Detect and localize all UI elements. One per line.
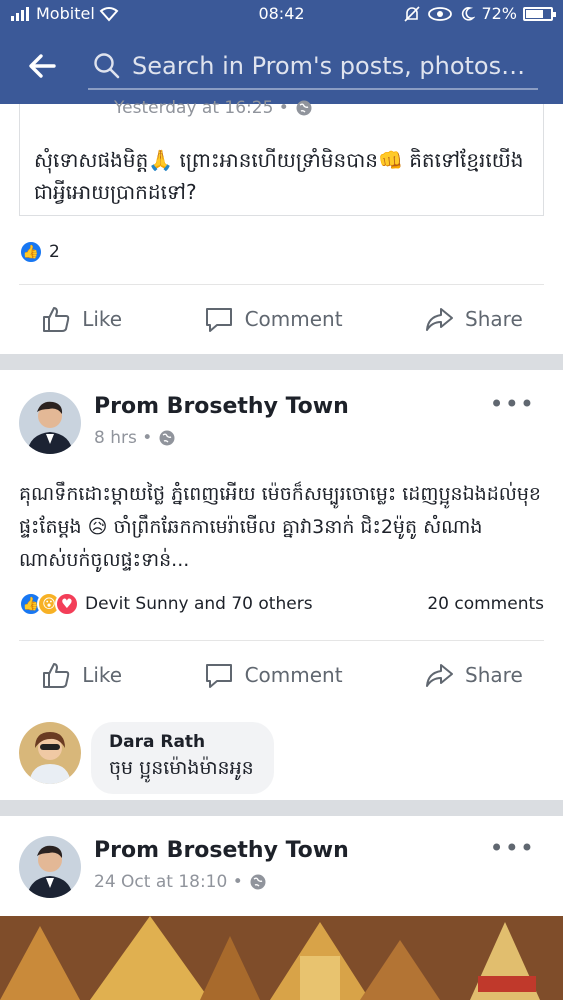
feed-separator [0,800,563,816]
love-reaction-icon: ♥ [55,592,79,616]
shared-post-actions: Like Comment Share [0,284,563,354]
comment-label: Comment [244,307,343,331]
reactions-summary[interactable]: 👍 😮 ♥ Devit Sunny and 70 others [19,592,313,616]
comment: Dara Rath ចុម ប្អូនម៉ោងម៉ានអូន [19,722,274,794]
shared-post-reactions[interactable]: 👍 2 [19,240,60,264]
shared-post-time: Yesterday at 16:25 • [114,98,313,118]
search-field[interactable]: Search in Prom's posts, photos an… [88,44,538,90]
avatar[interactable] [19,392,81,454]
commenter-name[interactable]: Dara Rath [109,732,254,752]
comment-text: ចុម ប្អូនម៉ោងម៉ានអូន [109,757,254,779]
thumbs-up-icon [43,307,70,332]
more-options-icon[interactable]: ••• [490,834,535,862]
reactors-text: Devit Sunny and 70 others [85,594,313,614]
share-button[interactable]: Share [423,303,523,335]
post-photo[interactable] [0,916,563,1000]
like-button[interactable]: Like [40,659,122,691]
eye-icon [428,6,453,21]
globe-icon [159,430,175,446]
share-icon [426,664,454,687]
like-label: Like [82,307,123,331]
comment-button[interactable]: Comment [203,659,343,691]
moon-icon [462,6,476,21]
like-label: Like [82,663,123,687]
app-bar: Search in Prom's posts, photos an… [0,28,563,104]
thumbs-up-icon [43,663,70,688]
post-time-text: 24 Oct at 18:10 • [94,872,243,892]
share-icon [426,308,454,331]
status-bar: Mobitel 08:42 72% [0,0,563,28]
like-reaction-icon: 👍 [19,240,43,264]
back-arrow-icon[interactable] [26,50,58,82]
comment-icon [205,664,232,688]
post-text: គុណទឹកដោះម្តាយថ្លៃ ភ្នំពេញអើយ ម៉េចក៏សម្ប… [19,483,541,571]
search-placeholder: Search in Prom's posts, photos an… [132,52,532,80]
like-button[interactable]: Like [40,303,122,335]
commenter-avatar[interactable] [19,722,81,784]
search-icon [94,53,120,79]
battery-percent: 72% [481,4,517,23]
author-name[interactable]: Prom Brosethy Town [94,394,349,419]
author-name[interactable]: Prom Brosethy Town [94,838,349,863]
comment-bubble[interactable]: Dara Rath ចុម ប្អូនម៉ោងម៉ានអូន [91,722,274,794]
comments-count[interactable]: 20 comments [427,594,544,614]
share-label: Share [465,307,523,331]
post-timestamp: 8 hrs • [94,428,176,448]
more-options-icon[interactable]: ••• [490,390,535,418]
share-label: Share [465,663,523,687]
post-time-text: 8 hrs • [94,428,153,448]
battery-level [526,9,543,18]
status-right: 72% [403,4,556,23]
post-header: Prom Brosethy Town 8 hrs • ••• [0,384,563,454]
reaction-count: 2 [49,242,60,262]
comment-icon [205,308,232,332]
post-timestamp: 24 Oct at 18:10 • [94,872,267,892]
comment-button[interactable]: Comment [203,303,343,335]
notifications-off-icon [404,5,421,22]
battery-icon [523,6,556,21]
avatar[interactable] [19,836,81,898]
shared-post-time-text: Yesterday at 16:25 • [114,98,289,118]
reaction-icons: 👍 😮 ♥ [19,592,79,616]
shared-post-text: សុំទោសផងមិត្ត🙏 ព្រោះអានហើយទ្រាំមិនបាន👊 គ… [34,148,524,204]
feed-separator [0,354,563,370]
shared-post-card[interactable]: Yesterday at 16:25 • សុំទោសផងមិត្ត🙏 ព្រោ… [19,98,544,216]
post-actions: Like Comment Share [0,640,563,710]
globe-icon [296,100,312,116]
post-stats: 👍 😮 ♥ Devit Sunny and 70 others 20 comme… [19,592,544,616]
globe-icon [250,874,266,890]
post-header: Prom Brosethy Town 24 Oct at 18:10 • ••• [0,828,563,898]
share-button[interactable]: Share [423,659,523,691]
comment-label: Comment [244,663,343,687]
